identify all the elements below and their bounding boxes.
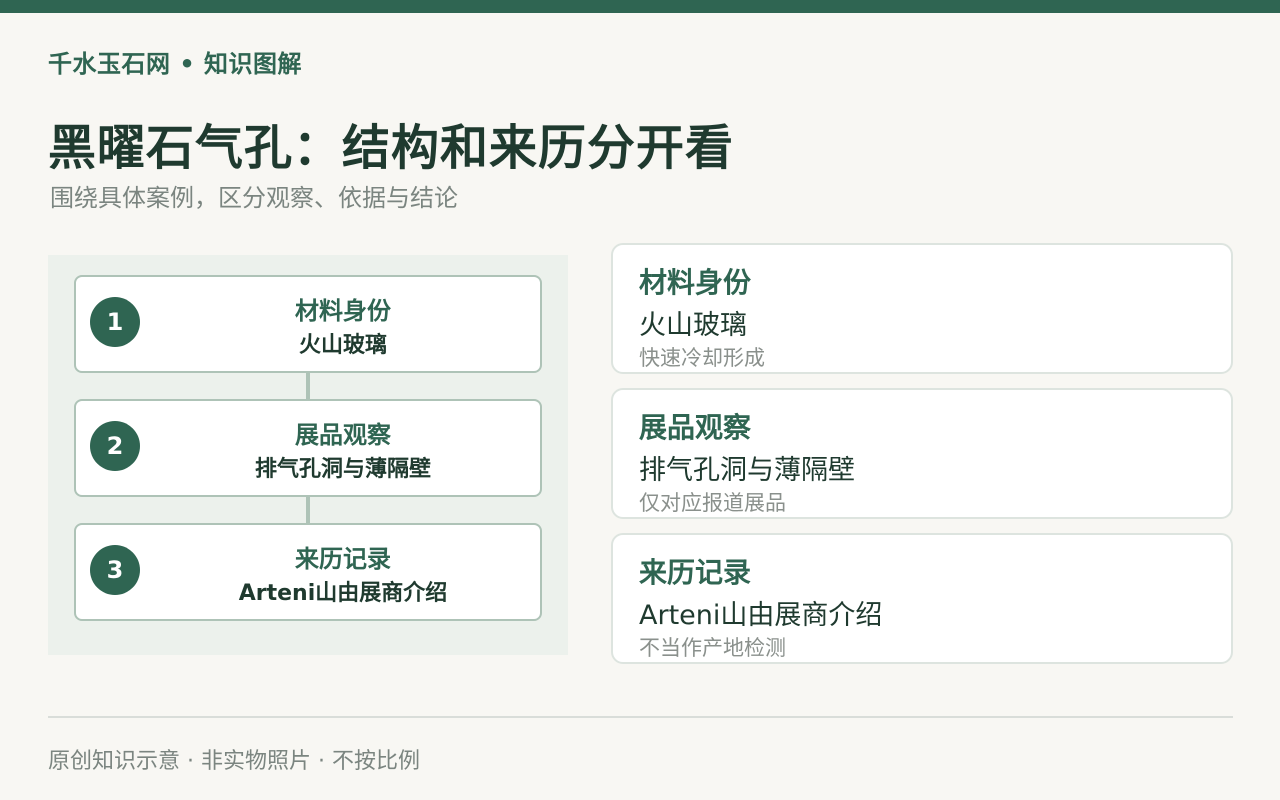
step-number-badge: 3: [90, 545, 140, 595]
step-number-badge: 2: [90, 421, 140, 471]
info-card-material: 材料身份 火山玻璃 快速冷却形成: [611, 243, 1233, 374]
step-label: 来历记录: [295, 545, 391, 573]
card-value: 火山玻璃: [639, 310, 747, 341]
card-title: 材料身份: [639, 266, 752, 299]
flow-panel: 1 材料身份 火山玻璃 2 展品观察 排气孔洞与薄隔壁 3 来历记录 Arten…: [48, 255, 568, 655]
flow-connector: [306, 497, 310, 523]
info-card-observation: 展品观察 排气孔洞与薄隔壁 仅对应报道展品: [611, 388, 1233, 519]
step-label: 材料身份: [295, 297, 391, 325]
card-title: 来历记录: [639, 556, 752, 589]
card-value: 排气孔洞与薄隔壁: [639, 455, 855, 486]
page-title: 黑曜石气孔：结构和来历分开看: [48, 120, 735, 176]
flow-step-1: 1 材料身份 火山玻璃: [74, 275, 542, 373]
card-note: 仅对应报道展品: [639, 491, 786, 515]
footer-divider: [48, 716, 1233, 718]
flow-connector: [306, 373, 310, 399]
step-label: 展品观察: [295, 421, 391, 449]
card-note: 不当作产地检测: [639, 636, 786, 660]
page-subtitle: 围绕具体案例，区分观察、依据与结论: [50, 184, 458, 212]
step-number-badge: 1: [90, 297, 140, 347]
step-value: 火山玻璃: [298, 333, 387, 358]
info-card-provenance: 来历记录 Arteni山由展商介绍 不当作产地检测: [611, 533, 1233, 664]
top-accent-bar: [0, 0, 1280, 13]
card-note: 快速冷却形成: [639, 346, 765, 370]
flow-step-3: 3 来历记录 Arteni山由展商介绍: [74, 523, 542, 621]
footer-note: 原创知识示意 · 非实物照片 · 不按比例: [48, 749, 420, 774]
card-value: Arteni山由展商介绍: [639, 600, 883, 631]
step-value: 排气孔洞与薄隔壁: [254, 457, 431, 482]
step-value: Arteni山由展商介绍: [238, 581, 448, 606]
brand-label: 千水玉石网 • 知识图解: [48, 50, 303, 78]
flow-step-2: 2 展品观察 排气孔洞与薄隔壁: [74, 399, 542, 497]
card-title: 展品观察: [639, 411, 752, 444]
